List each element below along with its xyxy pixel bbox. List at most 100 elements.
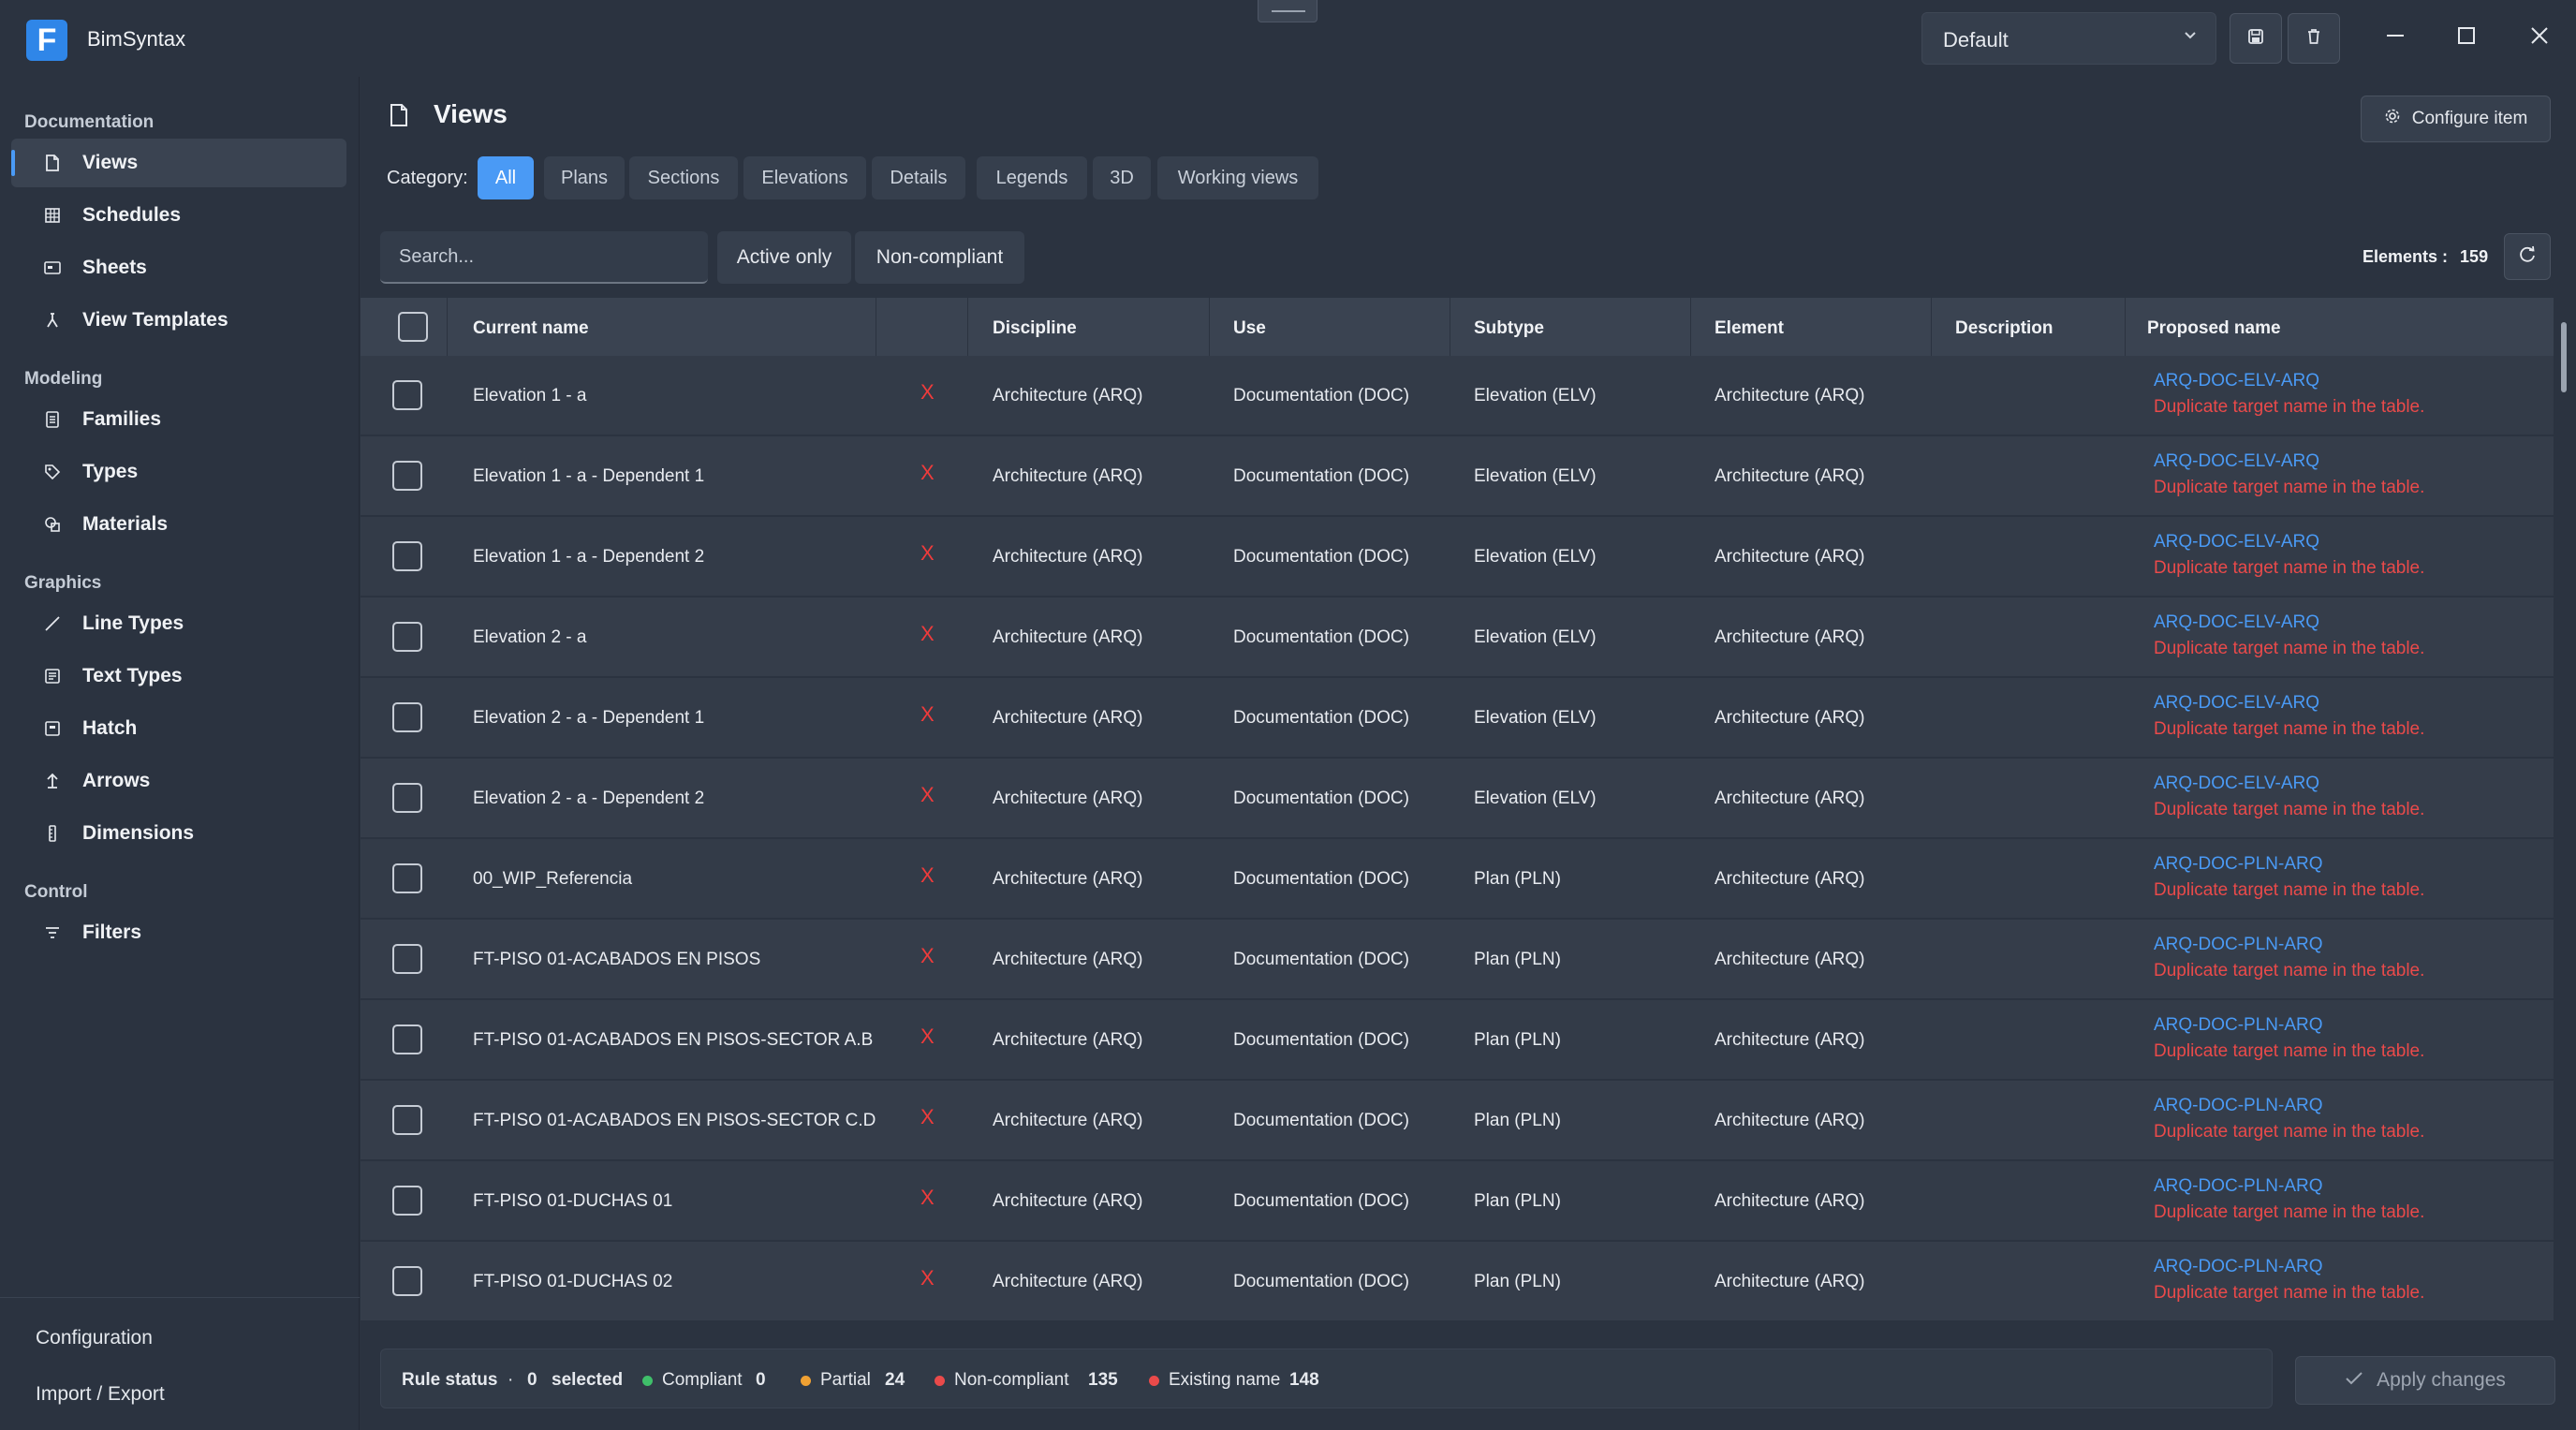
cell-proposed-name[interactable]: ARQ-DOC-PLN-ARQ (2154, 1096, 2323, 1116)
delete-profile-button[interactable] (2288, 13, 2340, 64)
cell-proposed-name[interactable]: ARQ-DOC-PLN-ARQ (2154, 1176, 2323, 1197)
sidebar-configuration-link[interactable]: Configuration (36, 1327, 153, 1349)
column-header-current-name[interactable]: Current name (473, 318, 589, 339)
category-chip-legends[interactable]: Legends (977, 156, 1087, 199)
table-row[interactable]: FT-PISO 01-ACABADOS EN PISOS X Architectur… (361, 920, 2554, 1000)
column-header-proposed-name[interactable]: Proposed name (2147, 318, 2281, 339)
cell-proposed-name[interactable]: ARQ-DOC-ELV-ARQ (2154, 774, 2319, 794)
column-header-subtype[interactable]: Subtype (1474, 318, 1544, 339)
sidebar-item-views[interactable]: Views (11, 139, 346, 187)
sidebar-item-text-types[interactable]: Text Types (11, 652, 346, 700)
minimize-button[interactable] (2375, 17, 2416, 58)
sidebar-item-dimensions[interactable]: Dimensions (11, 809, 346, 858)
cell-current-name: Elevation 2 - a - Dependent 1 (473, 708, 705, 728)
sidebar-item-label: Types (82, 461, 139, 482)
table-row[interactable]: Elevation 1 - a - Dependent 2 X Architectu… (361, 517, 2554, 597)
table-row[interactable]: Elevation 1 - a - Dependent 1 X Architectu… (361, 436, 2554, 517)
save-profile-button[interactable] (2230, 13, 2282, 64)
sidebar-import-export-link[interactable]: Import / Export (36, 1383, 165, 1406)
row-checkbox[interactable] (392, 380, 422, 410)
select-all-checkbox[interactable] (398, 312, 428, 342)
column-header-use[interactable]: Use (1233, 318, 1266, 339)
sidebar-item-sheets[interactable]: Sheets (11, 243, 346, 292)
sidebar-item-schedules[interactable]: Schedules (11, 191, 346, 240)
category-chip-3d[interactable]: 3D (1093, 156, 1151, 199)
table-row[interactable]: FT-PISO 01-DUCHAS 01 X Architecture (ARQ) D… (361, 1161, 2554, 1242)
non-compliant-toggle[interactable]: Non-compliant (855, 231, 1024, 284)
line-icon (41, 612, 64, 635)
row-checkbox[interactable] (392, 461, 422, 491)
column-header-discipline[interactable]: Discipline (993, 318, 1077, 339)
materials-icon (41, 513, 64, 536)
row-checkbox[interactable] (392, 702, 422, 732)
cell-subtype: Elevation (ELV) (1474, 708, 1597, 728)
table-row[interactable]: Elevation 2 - a - Dependent 1 X Architectu… (361, 678, 2554, 759)
cell-proposed-name[interactable]: ARQ-DOC-ELV-ARQ (2154, 693, 2319, 714)
row-checkbox[interactable] (392, 944, 422, 974)
noncompliant-status-icon: X (920, 622, 935, 645)
cell-use: Documentation (DOC) (1233, 627, 1409, 647)
table-row[interactable]: FT-PISO 01-DUCHAS 02 X Architecture (ARQ) D… (361, 1242, 2554, 1322)
maximize-button[interactable] (2446, 17, 2487, 58)
cell-proposed-name[interactable]: ARQ-DOC-ELV-ARQ (2154, 371, 2319, 391)
column-header-description[interactable]: Description (1955, 318, 2053, 339)
cell-proposed-name[interactable]: ARQ-DOC-PLN-ARQ (2154, 854, 2323, 875)
cell-element: Architecture (ARQ) (1715, 1191, 1865, 1211)
table-scrollbar[interactable] (2561, 322, 2567, 392)
sidebar-item-filters[interactable]: Filters (11, 908, 346, 957)
cell-subtype: Elevation (ELV) (1474, 386, 1597, 405)
row-checkbox[interactable] (392, 622, 422, 652)
profile-select[interactable]: Default (1921, 12, 2216, 65)
cell-proposed-name[interactable]: ARQ-DOC-ELV-ARQ (2154, 451, 2319, 472)
sidebar-item-view-templates[interactable]: View Templates (11, 296, 346, 345)
cell-discipline: Architecture (ARQ) (993, 1191, 1143, 1211)
close-button[interactable] (2519, 17, 2560, 58)
category-chip-sections[interactable]: Sections (629, 156, 738, 199)
row-checkbox[interactable] (392, 1266, 422, 1296)
cell-proposed-name[interactable]: ARQ-DOC-PLN-ARQ (2154, 1015, 2323, 1036)
minimize-icon (2385, 25, 2406, 51)
sidebar-item-types[interactable]: Types (11, 448, 346, 496)
row-checkbox[interactable] (392, 783, 422, 813)
row-checkbox[interactable] (392, 1186, 422, 1216)
cell-current-name: Elevation 1 - a - Dependent 2 (473, 547, 705, 567)
table-row[interactable]: Elevation 2 - a - Dependent 2 X Architectu… (361, 759, 2554, 839)
column-header-element[interactable]: Element (1715, 318, 1784, 339)
row-checkbox[interactable] (392, 1025, 422, 1054)
search-input[interactable]: Search... (380, 231, 708, 284)
sidebar-item-families[interactable]: Families (11, 395, 346, 444)
partial-label: Partial (820, 1370, 871, 1390)
row-checkbox[interactable] (392, 863, 422, 893)
cell-proposed-name[interactable]: ARQ-DOC-PLN-ARQ (2154, 935, 2323, 955)
cell-proposed-error: Duplicate target name in the table. (2154, 558, 2425, 578)
cell-use: Documentation (DOC) (1233, 708, 1409, 728)
row-checkbox[interactable] (392, 1105, 422, 1135)
cell-proposed-name[interactable]: ARQ-DOC-PLN-ARQ (2154, 1257, 2323, 1277)
category-chip-details[interactable]: Details (872, 156, 965, 199)
table-row[interactable]: 00_WIP_Referencia X Architecture (ARQ) Docu… (361, 839, 2554, 920)
table-row[interactable]: FT-PISO 01-ACABADOS EN PISOS-SECTOR A.B X… (361, 1000, 2554, 1081)
category-chip-all[interactable]: All (478, 156, 534, 199)
cell-proposed-name[interactable]: ARQ-DOC-ELV-ARQ (2154, 612, 2319, 633)
category-chip-elevations[interactable]: Elevations (743, 156, 866, 199)
apply-changes-button[interactable]: Apply changes (2295, 1356, 2555, 1405)
configure-item-button[interactable]: Configure item (2361, 96, 2551, 142)
sidebar-item-line-types[interactable]: Line Types (11, 599, 346, 648)
hatch-icon (41, 717, 64, 740)
cell-subtype: Elevation (ELV) (1474, 547, 1597, 567)
refresh-button[interactable] (2504, 233, 2551, 280)
row-checkbox[interactable] (392, 541, 422, 571)
category-chip-working-views[interactable]: Working views (1157, 156, 1318, 199)
drag-handle[interactable] (1258, 0, 1317, 22)
cell-current-name: FT-PISO 01-DUCHAS 01 (473, 1191, 673, 1211)
table-row[interactable]: Elevation 1 - a X Architecture (ARQ) Docume… (361, 356, 2554, 436)
noncompliant-status-icon: X (920, 1266, 935, 1290)
sidebar-item-materials[interactable]: Materials (11, 500, 346, 549)
table-row[interactable]: Elevation 2 - a X Architecture (ARQ) Docume… (361, 597, 2554, 678)
active-only-toggle[interactable]: Active only (717, 231, 851, 284)
sidebar-item-hatch[interactable]: Hatch (11, 704, 346, 753)
sidebar-item-arrows[interactable]: Arrows (11, 757, 346, 805)
cell-proposed-name[interactable]: ARQ-DOC-ELV-ARQ (2154, 532, 2319, 553)
table-row[interactable]: FT-PISO 01-ACABADOS EN PISOS-SECTOR C.D X… (361, 1081, 2554, 1161)
category-chip-plans[interactable]: Plans (544, 156, 625, 199)
